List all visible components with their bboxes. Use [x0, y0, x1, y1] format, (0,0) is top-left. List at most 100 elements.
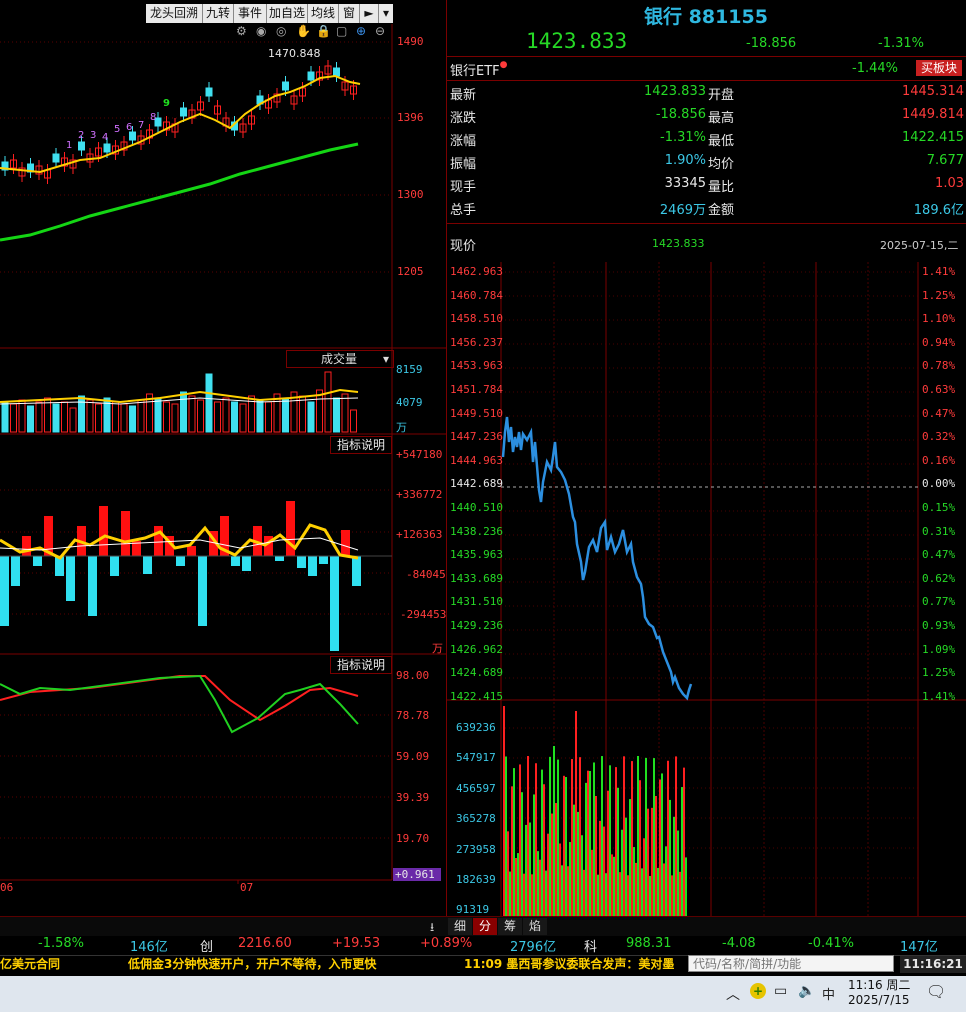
td-8: 8 [150, 112, 157, 123]
fund-bar [154, 526, 163, 556]
intraday-right-axis-label: 1.10% [922, 312, 956, 326]
intraday-left-axis-label: 1431.510 [450, 595, 503, 609]
intraday-volume-bar [619, 872, 621, 916]
td-1: 1 [66, 140, 73, 151]
tab-minute[interactable]: 分 [473, 918, 497, 935]
fund-axis-1: +547180 [396, 448, 443, 461]
intraday-volume-bar [513, 768, 515, 916]
intraday-left-axis-label: 1458.510 [450, 312, 503, 326]
volume-bar [27, 405, 34, 433]
intraday-volume-bar [605, 873, 607, 916]
taskbar-time[interactable]: 11:16 周二 [848, 976, 910, 993]
date-label-06: 06 [0, 881, 14, 894]
stat-c: 2216.60 [238, 936, 292, 951]
intraday-right-axis-label: 1.41% [922, 265, 956, 278]
ime-indicator[interactable]: 中 [822, 984, 835, 1003]
volume-bar [341, 393, 349, 433]
ticker-text-3[interactable]: 11:09 墨西哥参议委联合发声：美对墨 [464, 956, 686, 973]
intraday-price-line [501, 416, 693, 701]
volume-bar [95, 403, 102, 433]
quote-sep-3 [447, 223, 966, 224]
volume-bar [69, 407, 77, 433]
app-tray-icon[interactable]: + [750, 983, 766, 999]
intraday-volume-bar [643, 838, 645, 916]
search-input[interactable] [688, 955, 894, 972]
stat-c-label[interactable]: 创 [200, 936, 213, 955]
volume-bar [299, 395, 306, 433]
intraday-volume-bar [615, 767, 617, 916]
taskbar-date[interactable]: 2025/7/15 [848, 993, 910, 1007]
intraday-volume-bar [647, 808, 649, 916]
chevron-up-icon[interactable]: ︿ [726, 984, 740, 1004]
stat-h: -4.08 [722, 936, 756, 951]
vol-axis-unit: 万 [396, 421, 407, 434]
volume-icon[interactable]: 🔈 [798, 983, 815, 999]
quote-row-hand: 现手 33345 量比 1.03 [450, 176, 964, 195]
volume-panel-title[interactable]: 成交量 ▾ [286, 350, 394, 368]
volume-bar [137, 399, 145, 433]
candle-body [52, 153, 60, 163]
intraday-volume-bar [631, 761, 633, 916]
volume-bar [78, 395, 85, 433]
quote-row-pct: 涨幅 -1.31% 最低 1422.415 [450, 130, 964, 149]
stat-f: 2796亿 [510, 940, 557, 955]
kline-chart-svg[interactable] [0, 0, 446, 916]
intraday-vol-axis-label: 182639 [456, 873, 496, 886]
candle-body [180, 107, 187, 117]
intraday-volume-bar [613, 856, 615, 916]
intraday-chart-svg[interactable] [447, 262, 966, 916]
tab-detail[interactable]: 细 [448, 918, 472, 935]
etf-label[interactable]: 银行ETF● [450, 60, 508, 79]
volume-bar [265, 401, 272, 433]
intraday-right-axis-label: 1.41% [922, 689, 956, 703]
fund-bar [275, 556, 284, 561]
intraday-right-axis-label: 0.32% [922, 430, 956, 444]
volume-bar [282, 397, 289, 433]
buy-sector-button[interactable]: 买板块 [916, 60, 962, 76]
network-icon[interactable]: ▭ [774, 983, 787, 999]
volume-bar [316, 389, 323, 433]
intraday-volume-bar [521, 792, 523, 916]
quote-change-pct: -1.31% [878, 36, 924, 51]
fund-bar [187, 546, 196, 556]
fund-bar [143, 556, 152, 574]
ticker-text-2[interactable]: 低佣金3分钟快速开户，开户不等待，入市更快 [128, 956, 376, 973]
volume-bar [171, 403, 179, 433]
kd-axis-1: 98.00 [396, 669, 430, 682]
td-4: 4 [102, 132, 109, 143]
tab-flame[interactable]: 焰 [523, 918, 547, 935]
candle-body [205, 87, 213, 97]
intraday-volume-bar [523, 873, 525, 916]
intraday-volume-bar [547, 833, 549, 916]
ticker-text-1[interactable]: 亿美元合同 [0, 956, 60, 973]
intraday-volume-bar [665, 846, 667, 916]
intraday-left-axis-label: 1449.510 [450, 406, 503, 420]
kd-red-line [0, 675, 359, 722]
index-stats-row: -1.58% 146亿 创 2216.60 +19.53 +0.89% 2796… [0, 936, 966, 955]
fund-axis-unit: 万 [432, 642, 443, 655]
intraday-volume-bar [509, 871, 511, 916]
intraday-volume-bar [555, 803, 557, 916]
candle-body [103, 143, 111, 153]
intraday-volume-bar [675, 756, 677, 916]
intraday-right-axis-label: 0.16% [922, 453, 956, 467]
fund-bar [242, 556, 251, 571]
kd-axis-3: 59.09 [396, 750, 430, 763]
dropdown-icon[interactable]: ▾ [383, 351, 389, 367]
notification-icon[interactable]: 🗨 [926, 982, 946, 1001]
intraday-volume-bar [525, 824, 527, 916]
stat-i: -0.41% [808, 936, 854, 951]
fund-indicator-btn[interactable]: 指标说明 [330, 656, 392, 674]
intraday-volume-bar [671, 875, 673, 916]
intraday-volume-bar [597, 874, 599, 916]
tab-chip[interactable]: 筹 [498, 918, 522, 935]
intraday-volume-bar [681, 787, 683, 916]
intraday-volume-bar [579, 757, 581, 916]
intraday-volume-bar [519, 764, 521, 916]
fund-axis-5: -294453 [400, 608, 447, 621]
stat-g-label[interactable]: 科 [584, 936, 597, 955]
volume-bar [333, 397, 340, 433]
stat-b: 146亿 [130, 940, 168, 955]
intraday-volume-bar [575, 711, 577, 916]
vol-indicator-btn[interactable]: 指标说明 [330, 436, 392, 454]
